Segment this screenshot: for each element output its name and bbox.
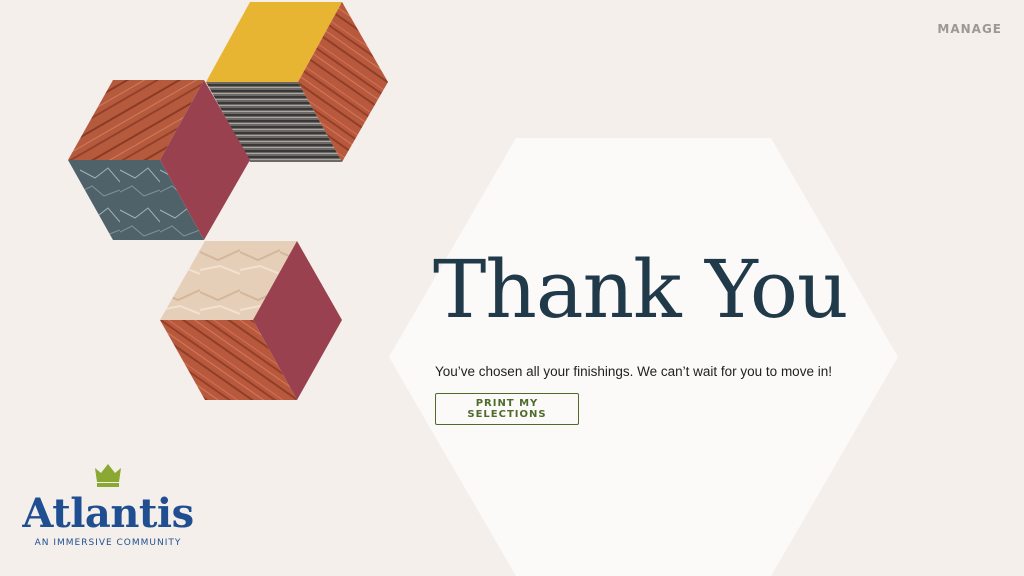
- manage-link[interactable]: MANAGE: [937, 22, 1002, 36]
- brand-name: Atlantis: [22, 490, 194, 537]
- confirmation-message: You’ve chosen all your finishings. We ca…: [435, 364, 832, 379]
- print-selections-button[interactable]: PRINT MY SELECTIONS: [435, 393, 579, 425]
- brand-logo: Atlantis AN IMMERSIVE COMMUNITY: [20, 462, 196, 548]
- brand-tagline: AN IMMERSIVE COMMUNITY: [34, 538, 182, 548]
- crown-icon: [95, 464, 121, 487]
- page-title: Thank You: [433, 243, 849, 336]
